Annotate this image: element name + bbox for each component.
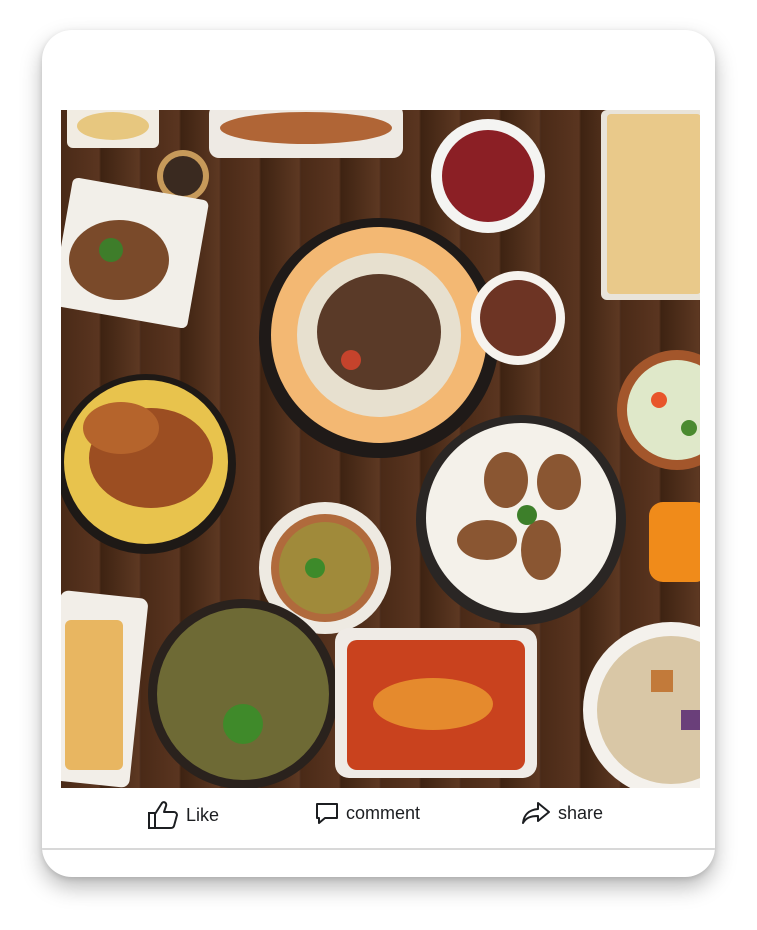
share-label: share	[558, 802, 604, 823]
actions-divider	[42, 848, 715, 850]
comment-button[interactable]: comment	[314, 800, 420, 826]
post-actions-bar: Like comment share	[42, 788, 715, 846]
like-button[interactable]: Like	[146, 800, 219, 830]
post-card: Like comment share	[42, 30, 715, 877]
comment-bubble-icon	[316, 803, 338, 824]
comment-label: comment	[346, 802, 421, 823]
like-label: Like	[186, 804, 220, 825]
post-photo[interactable]	[61, 110, 700, 788]
food-spread-image	[61, 110, 700, 788]
share-button[interactable]: share	[520, 800, 603, 826]
share-arrow-icon	[522, 802, 550, 824]
thumbs-up-icon	[148, 801, 178, 829]
